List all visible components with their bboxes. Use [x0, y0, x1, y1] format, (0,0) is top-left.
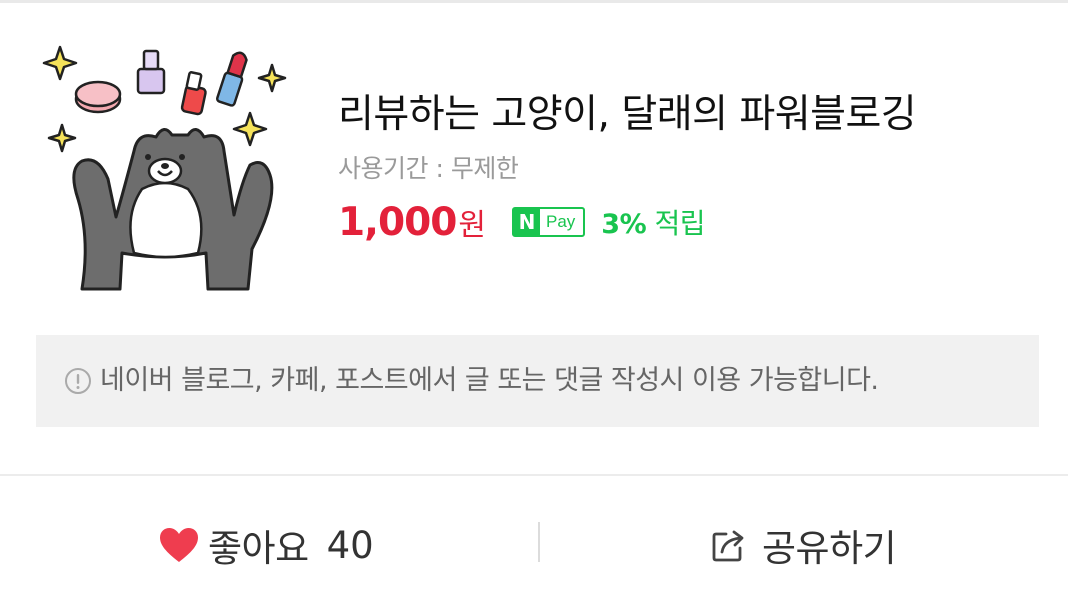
- npay-badge: N Pay: [511, 207, 586, 237]
- product-title: 리뷰하는 고양이, 달래의 파워블로깅: [338, 92, 917, 137]
- price-row: 1,000 원 N Pay 3% 적립: [338, 199, 706, 245]
- lipstick-icon: [215, 51, 248, 107]
- sparkle-icon: [42, 45, 78, 81]
- usage-period: 사용기간 : 무제한: [338, 154, 519, 183]
- share-button[interactable]: 공유하기: [710, 516, 897, 574]
- like-label: 좋아요: [208, 527, 309, 570]
- action-divider: [538, 522, 540, 562]
- sparkle-icon: [47, 123, 77, 153]
- share-label: 공유하기: [762, 527, 897, 570]
- perfume-icon: [136, 49, 166, 95]
- usage-notice: 네이버 블로그, 카페, 포스트에서 글 또는 댓글 작성시 이용 가능합니다.: [36, 335, 1039, 427]
- price-unit: 원: [458, 208, 486, 243]
- info-circle-icon: [65, 368, 91, 394]
- sticker-thumbnail[interactable]: [38, 39, 292, 295]
- price-value: 1,000: [338, 199, 457, 245]
- reward-percent: 3%: [601, 209, 647, 240]
- like-button[interactable]: 좋아요 40: [158, 516, 374, 574]
- notice-text: 네이버 블로그, 카페, 포스트에서 글 또는 댓글 작성시 이용 가능합니다.: [100, 365, 879, 396]
- like-count: 40: [326, 523, 374, 567]
- cat-illustration: [72, 128, 274, 291]
- product-card: 리뷰하는 고양이, 달래의 파워블로깅 사용기간 : 무제한 1,000 원 N…: [0, 3, 1068, 333]
- compact-icon: [74, 80, 122, 114]
- sparkle-icon: [257, 63, 287, 93]
- action-bar: 좋아요 40 공유하기: [0, 476, 1068, 603]
- npay-pay-label: Pay: [545, 212, 576, 231]
- nail-polish-icon: [180, 71, 207, 116]
- share-icon: [712, 530, 744, 562]
- npay-n-logo: N: [513, 209, 540, 235]
- reward-label: 적립: [654, 207, 706, 240]
- reward-info: 3% 적립: [601, 202, 705, 242]
- heart-icon: [160, 528, 198, 562]
- sparkle-icon: [232, 111, 268, 147]
